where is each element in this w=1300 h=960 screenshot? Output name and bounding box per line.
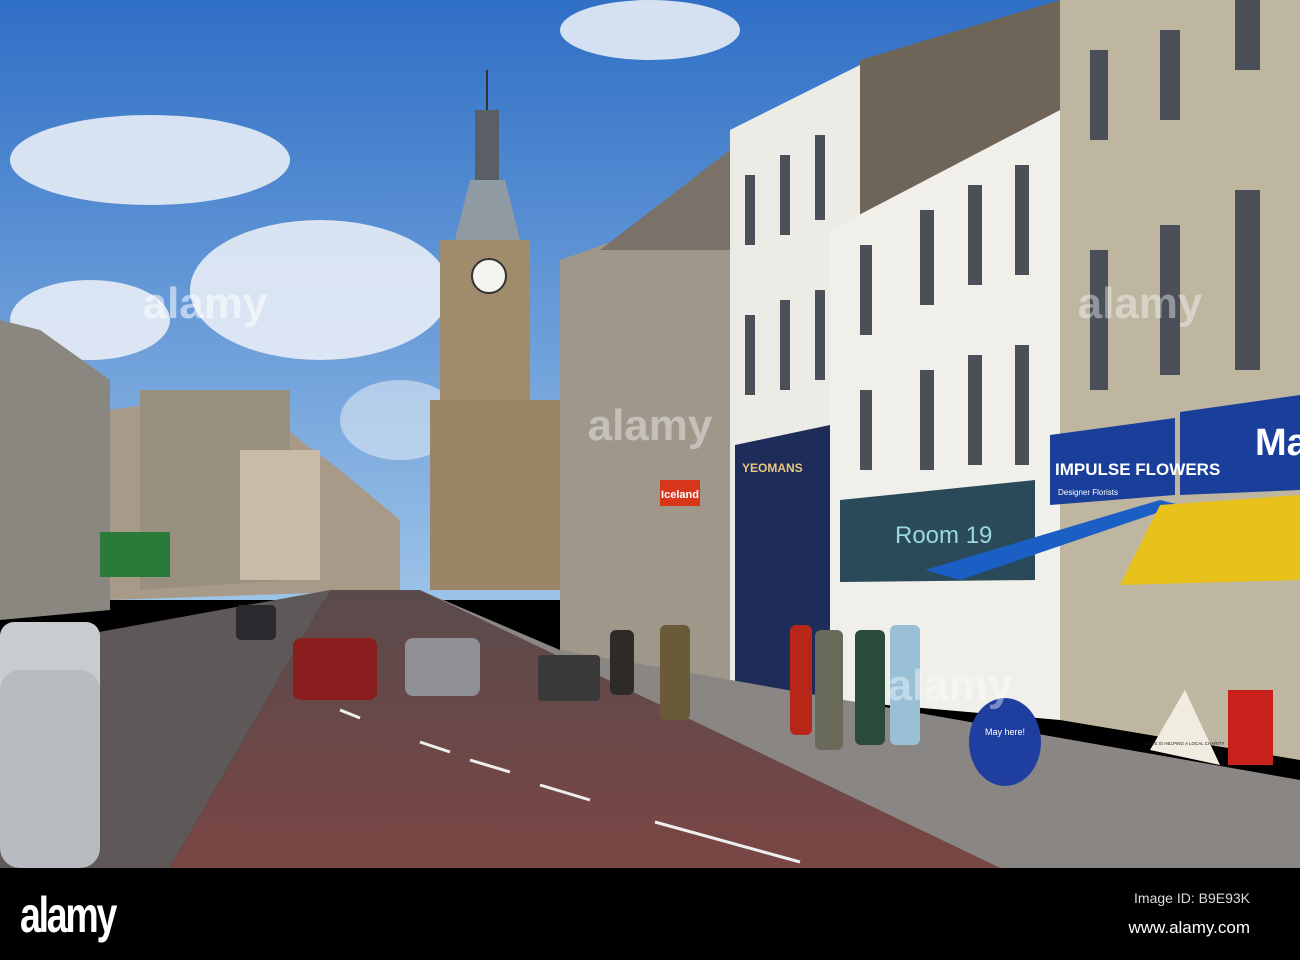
image-id: Image ID: B9E93K (1134, 890, 1250, 906)
sign-room19: Room 19 (895, 522, 992, 549)
lottery-board-text: May here! (985, 727, 1025, 737)
alamy-url: www.alamy.com (1128, 918, 1250, 937)
road-sign (100, 532, 170, 577)
lottery-board (969, 698, 1041, 786)
photo-watermark: alamy (1078, 279, 1203, 328)
clock-face (471, 258, 507, 294)
charity-board-text: LOVE IS HELPING A LOCAL CHARITY (1145, 741, 1224, 746)
sign-iceland: Iceland (661, 489, 699, 501)
photo-watermark: alamy (588, 401, 713, 450)
photo-watermark: alamy (143, 279, 268, 328)
sign-impulse-flowers: IMPULSE FLOWERS (1055, 460, 1220, 479)
street-photo: Iceland YEOMANS IMPULSE FLOWERS Designer… (0, 0, 1300, 868)
sign-impulse-sub: Designer Florists (1058, 488, 1118, 497)
sign-yeomans: YEOMANS (742, 461, 803, 475)
sign-ma: Ma (1255, 422, 1300, 464)
alamy-logo: alamy (20, 887, 117, 943)
photo-watermark: alamy (888, 661, 1013, 710)
watermark-bar: alamy Image ID: B9E93K www.alamy.com (0, 868, 1300, 960)
